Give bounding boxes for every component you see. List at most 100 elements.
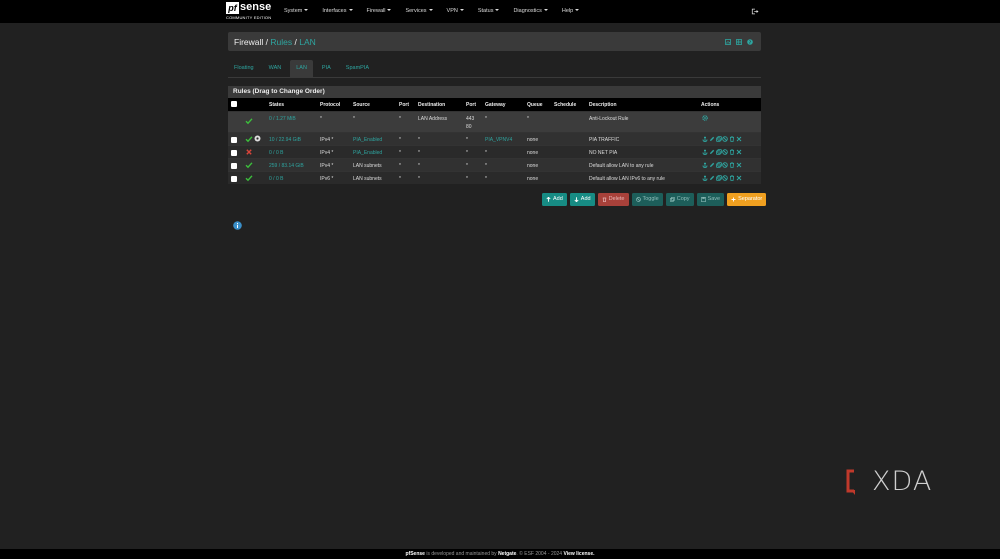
menu-services[interactable]: Services <box>405 0 433 23</box>
row-checkbox[interactable] <box>231 176 237 182</box>
col-actions: Actions <box>701 102 720 108</box>
gateway-link[interactable]: PIA_VPNV4 <box>485 137 512 143</box>
trash-icon[interactable] <box>729 136 735 142</box>
pass-check-icon <box>245 175 253 182</box>
breadcrumb-rules[interactable]: Rules <box>270 37 292 47</box>
trash-icon[interactable] <box>729 149 735 155</box>
pencil-icon[interactable] <box>709 175 715 181</box>
copy-icon[interactable] <box>715 149 722 155</box>
menu-system[interactable]: System <box>284 0 309 23</box>
trash-icon[interactable] <box>729 162 735 168</box>
delete-button[interactable]: Delete <box>597 193 629 206</box>
copy-icon[interactable] <box>715 175 722 181</box>
col-destination: Destination <box>418 102 446 108</box>
row-actions <box>702 115 709 121</box>
menu-firewall[interactable]: Firewall <box>367 0 392 23</box>
row-checkbox[interactable] <box>231 150 237 156</box>
row-checkbox[interactable] <box>231 137 237 143</box>
row-checkbox[interactable] <box>231 163 237 169</box>
pass-check-icon <box>245 136 253 143</box>
caret-down-icon <box>459 9 464 11</box>
anchor-icon[interactable] <box>702 175 708 181</box>
ban-icon[interactable] <box>722 175 729 181</box>
ban-icon[interactable] <box>722 136 729 142</box>
pencil-icon[interactable] <box>709 136 715 142</box>
caret-down-icon <box>387 9 392 11</box>
page-footer: pfSense is developed and maintained by N… <box>0 549 1000 559</box>
breadcrumb-lan[interactable]: LAN <box>299 37 316 47</box>
col-states: States <box>269 102 285 108</box>
table-row[interactable]: 259 / 83.14 GiB IPv4 * LAN subnets * * *… <box>228 158 761 171</box>
copy-icon[interactable] <box>715 162 722 168</box>
tab-spampia[interactable]: SpamPIA <box>340 60 375 77</box>
separator-button[interactable]: Separator <box>727 193 767 206</box>
select-all-checkbox[interactable] <box>231 101 237 107</box>
copy-icon <box>669 197 675 202</box>
caret-down-icon <box>428 9 433 11</box>
col-port: Port <box>399 102 409 108</box>
trash-icon[interactable] <box>729 175 735 181</box>
breadcrumb: Firewall / Rules / LAN <box>234 37 316 47</box>
source-alias-link[interactable]: PIA_Enabled <box>353 137 382 143</box>
arrow-up-icon <box>546 197 551 202</box>
caret-down-icon <box>304 9 309 11</box>
chart-icon[interactable] <box>725 39 731 45</box>
anchor-icon[interactable] <box>702 149 708 155</box>
footer-license-link[interactable]: View license. <box>563 551 594 557</box>
states-link[interactable]: 0 / 1.27 MiB <box>269 116 296 122</box>
help-icon[interactable]: ? <box>747 39 753 45</box>
advanced-gear-icon <box>254 135 261 142</box>
menu-vpn[interactable]: VPN <box>447 0 464 23</box>
ban-icon[interactable] <box>722 162 729 168</box>
logout-icon[interactable] <box>751 8 759 15</box>
col-queue: Queue <box>527 102 543 108</box>
tab-lan[interactable]: LAN <box>290 60 313 77</box>
tab-divider <box>228 77 761 78</box>
tab-pia[interactable]: PIA <box>316 60 337 77</box>
info-icon[interactable] <box>233 221 242 230</box>
menu-diagnostics[interactable]: Diagnostics <box>513 0 548 23</box>
states-link[interactable]: 0 / 0 B <box>269 150 283 156</box>
pencil-icon[interactable] <box>709 162 715 168</box>
ban-icon[interactable] <box>722 149 729 155</box>
col-gateway: Gateway <box>485 102 506 108</box>
table-row[interactable]: 0 / 1.27 MiB * * * LAN Address 443 80 * … <box>228 111 761 132</box>
pass-check-icon <box>245 162 253 169</box>
save-button[interactable]: Save <box>696 193 725 206</box>
footer-netgate-link[interactable]: Netgate <box>498 551 516 557</box>
add-top-button[interactable]: Add <box>542 193 567 206</box>
table-row[interactable]: 0 / 0 B IPv4 * PIA_Enabled * * * * none … <box>228 145 761 158</box>
states-link[interactable]: 0 / 0 B <box>269 176 283 182</box>
copy-icon[interactable] <box>715 136 722 142</box>
states-link[interactable]: 259 / 83.14 GiB <box>269 163 304 169</box>
tab-floating[interactable]: Floating <box>228 60 260 77</box>
source-alias-link[interactable]: PIA_Enabled <box>353 150 382 156</box>
plus-icon <box>731 197 736 202</box>
pfsense-logo[interactable]: pf sense COMMUNITY EDITION <box>226 1 276 21</box>
anchor-icon[interactable] <box>702 136 708 142</box>
menu-help[interactable]: Help <box>562 0 580 23</box>
copy-button[interactable]: Copy <box>665 193 694 206</box>
rule-action-buttons: Add Add Delete Toggle Copy Save Separato… <box>542 193 769 206</box>
pencil-icon[interactable] <box>709 149 715 155</box>
tab-wan[interactable]: WAN <box>263 60 288 77</box>
table-icon[interactable] <box>736 39 742 45</box>
close-icon[interactable] <box>736 162 742 168</box>
table-row[interactable]: 10 / 22.94 GiB IPv4 * PIA_Enabled * * * … <box>228 132 761 145</box>
states-link[interactable]: 10 / 22.94 GiB <box>269 137 301 143</box>
close-icon[interactable] <box>736 175 742 181</box>
menu-interfaces[interactable]: Interfaces <box>322 0 353 23</box>
caret-down-icon <box>495 9 500 11</box>
ban-icon <box>635 197 641 202</box>
add-bottom-button[interactable]: Add <box>569 193 595 206</box>
anchor-icon[interactable] <box>702 162 708 168</box>
table-row[interactable]: 0 / 0 B IPv6 * LAN subnets * * * * none … <box>228 171 761 184</box>
row-actions <box>702 149 743 155</box>
toggle-button[interactable]: Toggle <box>631 193 663 206</box>
close-icon[interactable] <box>736 136 742 142</box>
menu-status[interactable]: Status <box>478 0 500 23</box>
col-dest-port: Port <box>466 102 476 108</box>
close-icon[interactable] <box>736 149 742 155</box>
gear-icon[interactable] <box>702 115 708 121</box>
arrow-down-icon <box>574 197 579 202</box>
